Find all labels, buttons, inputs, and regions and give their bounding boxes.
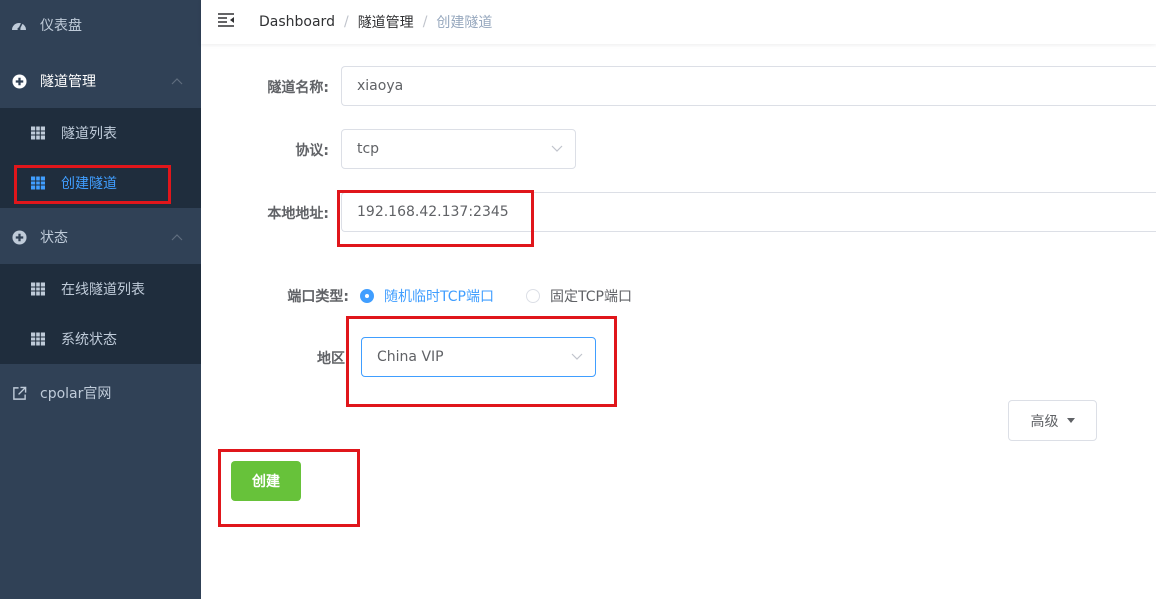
radio-dot [526, 289, 540, 303]
sidebar-item-online-tunnels[interactable]: 在线隧道列表 [0, 264, 201, 314]
sidebar: 仪表盘 隧道管理 隧道列表 创建隧道 状态 在线隧道列表 系统状态 cpolar… [0, 0, 201, 599]
port-type-random-radio[interactable]: 随机临时TCP端口 [360, 286, 494, 306]
sidebar-item-label: 隧道管理 [40, 74, 96, 90]
protocol-value: tcp [357, 141, 380, 157]
sidebar-item-label: 仪表盘 [40, 18, 82, 34]
radio-dot [360, 289, 374, 303]
region-label: 地区 [317, 351, 345, 367]
local-address-value: 192.168.42.137:2345 [357, 204, 509, 220]
breadcrumb-item-current: 创建隧道 [436, 15, 493, 31]
sidebar-item-cpolar-site[interactable]: cpolar官网 [0, 368, 201, 418]
chevron-down-icon [571, 353, 583, 360]
breadcrumb-item-tunnel-management[interactable]: 隧道管理 [358, 12, 414, 32]
radio-label: 固定TCP端口 [550, 289, 632, 305]
create-button-label: 创建 [252, 474, 280, 490]
sidebar-item-label: 状态 [40, 230, 68, 246]
tunnel-name-input[interactable]: xiaoya [341, 66, 1156, 106]
port-type-label: 端口类型: [287, 289, 349, 305]
submenu-tunnel: 隧道列表 创建隧道 [0, 108, 201, 208]
advanced-button[interactable]: 高级 [1008, 400, 1097, 441]
breadcrumb: Dashboard / 隧道管理 / 创建隧道 [259, 0, 492, 44]
sidebar-item-label: 创建隧道 [61, 176, 117, 192]
sidebar-item-dashboard[interactable]: 仪表盘 [0, 0, 201, 50]
sidebar-item-label: cpolar官网 [40, 386, 112, 402]
circle-plus-icon [11, 73, 27, 89]
region-value: China VIP [377, 349, 444, 365]
sidebar-item-status[interactable]: 状态 [0, 212, 201, 262]
chevron-up-icon [171, 78, 183, 85]
advanced-button-label: 高级 [1030, 413, 1059, 430]
breadcrumb-item-dashboard[interactable]: Dashboard [259, 14, 335, 30]
external-link-icon [11, 385, 27, 401]
region-select[interactable]: China VIP [361, 337, 596, 377]
radio-label: 随机临时TCP端口 [384, 289, 494, 305]
create-button[interactable]: 创建 [231, 461, 301, 501]
hamburger-icon[interactable] [218, 12, 234, 28]
top-navbar: Dashboard / 隧道管理 / 创建隧道 [201, 0, 1156, 44]
caret-down-icon [1066, 418, 1075, 423]
table-icon [31, 126, 45, 140]
port-type-fixed-radio[interactable]: 固定TCP端口 [526, 286, 632, 306]
sidebar-item-tunnel-list[interactable]: 隧道列表 [0, 108, 201, 158]
sidebar-item-label: 系统状态 [61, 332, 117, 348]
chevron-up-icon [171, 234, 183, 241]
chevron-down-icon [551, 145, 563, 152]
sidebar-item-system-status[interactable]: 系统状态 [0, 314, 201, 364]
submenu-status: 在线隧道列表 系统状态 [0, 264, 201, 364]
speedometer-icon [11, 17, 27, 33]
breadcrumb-separator: / [343, 14, 349, 30]
local-address-input[interactable]: 192.168.42.137:2345 [341, 192, 1156, 232]
tunnel-name-label: 隧道名称: [267, 80, 329, 96]
sidebar-item-label: 隧道列表 [61, 126, 117, 142]
sidebar-item-label: 在线隧道列表 [61, 282, 145, 298]
table-icon [31, 176, 45, 190]
local-address-label: 本地地址: [267, 206, 329, 222]
circle-plus-icon [11, 229, 27, 245]
protocol-label: 协议: [295, 143, 329, 159]
table-icon [31, 282, 45, 296]
breadcrumb-separator: / [422, 14, 428, 30]
protocol-select[interactable]: tcp [341, 129, 576, 169]
table-icon [31, 332, 45, 346]
sidebar-item-tunnel-management[interactable]: 隧道管理 [0, 56, 201, 106]
tunnel-name-value: xiaoya [357, 78, 404, 94]
sidebar-item-create-tunnel[interactable]: 创建隧道 [0, 158, 201, 208]
